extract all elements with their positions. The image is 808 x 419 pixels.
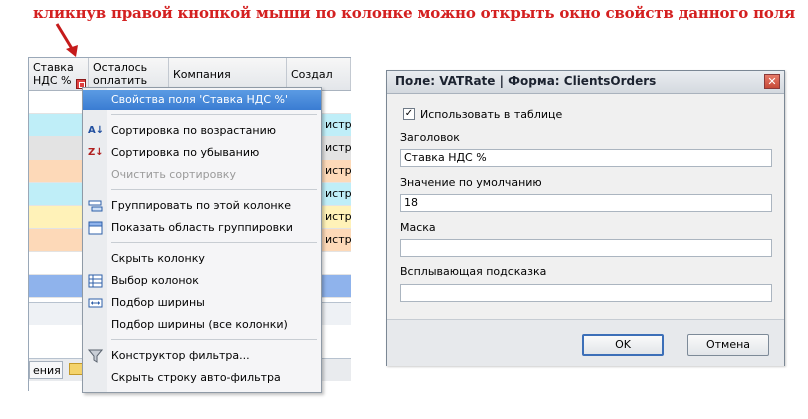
group-area-icon <box>88 221 103 235</box>
cell-created-by: истра <box>325 141 351 154</box>
caption-label: Заголовок <box>400 131 460 144</box>
cell-created-by: истра <box>325 210 351 223</box>
menu-item-label: Сортировка по убыванию <box>111 146 260 159</box>
menu-item-hide-column[interactable]: Скрыть колонку <box>83 249 321 269</box>
column-header-label: Создал <box>291 68 333 81</box>
cancel-button[interactable]: Отмена <box>687 334 769 356</box>
dialog-titlebar[interactable]: Поле: VATRate | Форма: ClientsOrders ✕ <box>387 71 784 94</box>
menu-item-best-fit[interactable]: Подбор ширины <box>83 293 321 313</box>
menu-separator <box>111 189 317 190</box>
column-header-label: Ставка НДС % <box>33 61 74 87</box>
menu-item-label: Подбор ширины (все колонки) <box>111 318 288 331</box>
mask-label: Маска <box>400 221 436 234</box>
sort-ascending-icon: A↓ <box>88 125 105 136</box>
menu-item-field-properties[interactable]: Свойства поля 'Ставка НДС %' <box>83 90 321 110</box>
sort-descending-icon: Z↓ <box>88 147 104 158</box>
menu-item-clear-sort[interactable]: Очистить сортировку <box>83 165 321 185</box>
menu-separator <box>111 242 317 243</box>
menu-item-filter-builder[interactable]: Конструктор фильтра... <box>83 346 321 366</box>
checkmark-icon: ✓ <box>404 108 414 119</box>
column-context-menu: Свойства поля 'Ставка НДС %' A↓ Сортиров… <box>82 87 322 393</box>
menu-item-hide-autofilter-row[interactable]: Скрыть строку авто-фильтра <box>83 368 321 388</box>
menu-item-label: Скрыть колонку <box>111 252 205 265</box>
field-properties-dialog: Поле: VATRate | Форма: ClientsOrders ✕ ✓… <box>386 70 785 366</box>
close-icon: ✕ <box>767 75 777 88</box>
menu-item-label: Скрыть строку авто-фильтра <box>111 371 281 384</box>
tab-item[interactable]: ения <box>29 361 63 379</box>
menu-separator <box>111 114 317 115</box>
menu-item-label: Свойства поля 'Ставка НДС %' <box>111 93 289 106</box>
filter-builder-icon <box>87 349 104 363</box>
dialog-title: Поле: VATRate | Форма: ClientsOrders <box>395 74 657 88</box>
mask-field[interactable] <box>400 239 772 257</box>
column-header-label: Компания <box>173 68 231 81</box>
column-header-label: Осталось оплатить <box>93 61 148 87</box>
menu-item-show-group-area[interactable]: Показать область группировки <box>83 218 321 238</box>
cell-created-by: истра <box>325 187 351 200</box>
folder-icon[interactable] <box>69 363 83 375</box>
use-in-table-label: Использовать в таблице <box>420 108 563 121</box>
menu-item-label: Показать область группировки <box>111 221 293 234</box>
ok-button[interactable]: OK <box>582 334 664 356</box>
close-button[interactable]: ✕ <box>764 74 780 89</box>
menu-item-group-by-column[interactable]: Группировать по этой колонке <box>83 196 321 216</box>
menu-item-sort-descending[interactable]: Z↓ Сортировка по убыванию <box>83 143 321 163</box>
field-properties-icon <box>88 93 103 107</box>
menu-item-sort-ascending[interactable]: A↓ Сортировка по возрастанию <box>83 121 321 141</box>
best-fit-icon <box>88 296 103 310</box>
default-value-label: Значение по умолчанию <box>400 176 542 189</box>
pointer-arrow-icon <box>55 23 78 57</box>
menu-item-best-fit-all[interactable]: Подбор ширины (все колонки) <box>83 315 321 335</box>
column-chooser-icon <box>88 274 103 288</box>
default-value-field[interactable]: 18 <box>400 194 772 212</box>
tooltip-label: Всплывающая подсказка <box>400 265 547 278</box>
menu-separator <box>111 339 317 340</box>
tooltip-field[interactable] <box>400 284 772 302</box>
menu-item-label: Сортировка по возрастанию <box>111 124 277 137</box>
menu-item-label: Группировать по этой колонке <box>111 199 292 212</box>
cell-created-by: истра <box>325 164 351 177</box>
group-by-column-icon <box>88 199 103 213</box>
menu-item-label: Выбор колонок <box>111 274 199 287</box>
menu-item-column-chooser[interactable]: Выбор колонок <box>83 271 321 291</box>
column-header-created-by[interactable]: Создал <box>287 58 351 90</box>
cell-created-by: истра <box>325 118 351 131</box>
caption-field[interactable]: Ставка НДС % <box>400 149 772 167</box>
use-in-table-checkbox[interactable]: ✓ <box>403 108 415 120</box>
menu-item-label: Подбор ширины <box>111 296 205 309</box>
instruction-caption: кликнув правой кнопкой мыши по колонке м… <box>33 4 795 22</box>
menu-item-label: Очистить сортировку <box>111 168 236 181</box>
column-header-remaining[interactable]: Осталось оплатить <box>89 58 169 90</box>
cell-created-by: истра <box>325 233 351 246</box>
menu-item-label: Конструктор фильтра... <box>111 349 250 362</box>
column-header-company[interactable]: Компания <box>169 58 287 90</box>
